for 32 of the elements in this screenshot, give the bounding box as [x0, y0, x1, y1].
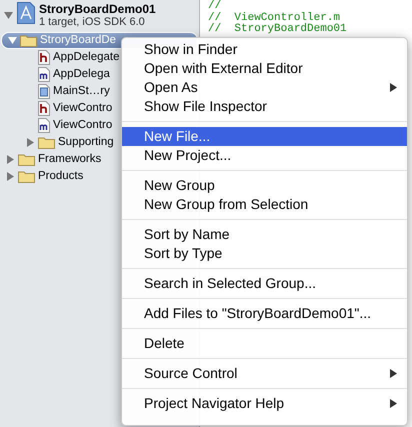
menu-item[interactable]: New File... — [122, 127, 407, 146]
menu-item[interactable]: New Group — [122, 176, 407, 195]
submenu-arrow-icon — [390, 83, 397, 92]
menu-item[interactable]: Show File Inspector — [122, 97, 407, 116]
implementation-file-icon — [38, 118, 50, 133]
storyboard-file-icon — [38, 84, 50, 99]
implementation-file-icon — [38, 67, 50, 82]
menu-item[interactable]: Open with External Editor — [122, 59, 407, 78]
project-icon — [17, 2, 35, 24]
menu-item[interactable]: Source Control — [122, 364, 407, 383]
folder-icon — [38, 136, 55, 149]
menu-item[interactable]: Sort by Type — [122, 244, 407, 263]
project-subtitle: 1 target, iOS SDK 6.0 — [39, 16, 146, 29]
header-file-icon — [38, 50, 50, 65]
folder-icon — [20, 34, 37, 47]
menu-item[interactable]: Add Files to "StroryBoardDemo01"... — [122, 304, 407, 323]
submenu-arrow-icon — [390, 369, 397, 378]
project-name: StroryBoardDemo01 — [39, 2, 156, 16]
menu-item[interactable]: New Group from Selection — [122, 195, 407, 214]
menu-item[interactable]: Open As — [122, 78, 407, 97]
folder-icon — [18, 153, 35, 166]
folder-icon — [18, 170, 35, 183]
header-file-icon — [38, 101, 50, 116]
menu-item[interactable]: Delete — [122, 334, 407, 353]
menu-item[interactable]: New Project... — [122, 146, 407, 165]
code-line: // — [208, 1, 222, 12]
menu-item[interactable]: Sort by Name — [122, 225, 407, 244]
submenu-arrow-icon — [390, 399, 397, 408]
menu-item[interactable]: Search in Selected Group... — [122, 274, 407, 293]
code-line: // StroryBoardDemo01 — [208, 24, 348, 36]
menu-item[interactable]: Project Navigator Help — [122, 394, 407, 413]
code-line: // ViewController.m — [208, 12, 340, 24]
